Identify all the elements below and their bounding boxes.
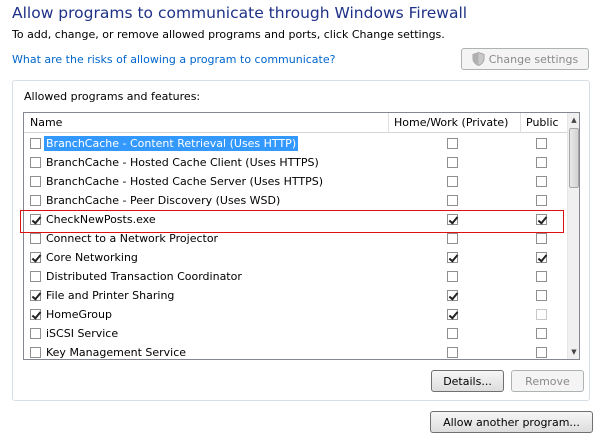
program-enabled-checkbox[interactable] bbox=[30, 233, 41, 244]
public-checkbox[interactable] bbox=[536, 138, 547, 149]
program-name-cell: BranchCache - Hosted Cache Server (Uses … bbox=[30, 172, 325, 191]
vertical-scrollbar[interactable]: ▲ ▼ bbox=[567, 113, 579, 359]
program-enabled-checkbox[interactable] bbox=[30, 176, 41, 187]
program-name: BranchCache - Content Retrieval (Uses HT… bbox=[44, 136, 299, 151]
home-work-private-checkbox[interactable] bbox=[447, 214, 458, 225]
program-name-cell: HomeGroup bbox=[30, 305, 114, 324]
public-checkbox[interactable] bbox=[536, 176, 547, 187]
allow-another-program-button[interactable]: Allow another program... bbox=[430, 411, 593, 433]
home-work-private-checkbox[interactable] bbox=[447, 157, 458, 168]
program-name: iSCSI Service bbox=[46, 327, 119, 340]
program-name-cell: BranchCache - Content Retrieval (Uses HT… bbox=[30, 134, 299, 153]
column-header-home[interactable]: Home/Work (Private) bbox=[388, 113, 508, 133]
risks-link[interactable]: What are the risks of allowing a program… bbox=[12, 53, 335, 66]
home-work-private-checkbox[interactable] bbox=[447, 347, 458, 358]
home-work-private-checkbox[interactable] bbox=[447, 195, 458, 206]
public-checkbox[interactable] bbox=[536, 233, 547, 244]
program-name-cell: Distributed Transaction Coordinator bbox=[30, 267, 244, 286]
scroll-thumb[interactable] bbox=[569, 128, 579, 188]
program-enabled-checkbox[interactable] bbox=[30, 347, 41, 358]
scroll-down-arrow-icon[interactable]: ▼ bbox=[568, 345, 579, 359]
change-settings-button[interactable]: Change settings bbox=[461, 48, 589, 70]
program-row[interactable]: BranchCache - Hosted Cache Server (Uses … bbox=[24, 172, 568, 191]
program-row[interactable]: Distributed Transaction Coordinator bbox=[24, 267, 568, 286]
scroll-up-arrow-icon[interactable]: ▲ bbox=[568, 113, 579, 127]
column-header-public[interactable]: Public bbox=[520, 113, 559, 133]
group-label: Allowed programs and features: bbox=[24, 90, 201, 103]
program-name: BranchCache - Hosted Cache Server (Uses … bbox=[46, 175, 324, 188]
public-checkbox[interactable] bbox=[536, 157, 547, 168]
program-name-cell: iSCSI Service bbox=[30, 324, 120, 343]
home-work-private-checkbox[interactable] bbox=[447, 176, 458, 187]
public-checkbox[interactable] bbox=[536, 252, 547, 263]
home-work-private-checkbox[interactable] bbox=[447, 233, 458, 244]
program-row[interactable]: HomeGroup bbox=[24, 305, 568, 324]
home-work-private-checkbox[interactable] bbox=[447, 309, 458, 320]
programs-list[interactable]: Name Home/Work (Private) Public BranchCa… bbox=[23, 112, 580, 360]
program-row[interactable]: BranchCache - Peer Discovery (Uses WSD) bbox=[24, 191, 568, 210]
program-name-cell: Core Networking bbox=[30, 248, 140, 267]
program-row[interactable]: CheckNewPosts.exe bbox=[24, 210, 568, 229]
program-name: BranchCache - Peer Discovery (Uses WSD) bbox=[46, 194, 281, 207]
program-name: Core Networking bbox=[46, 251, 138, 264]
program-rows: BranchCache - Content Retrieval (Uses HT… bbox=[24, 134, 568, 359]
program-name-cell: BranchCache - Hosted Cache Client (Uses … bbox=[30, 153, 321, 172]
details-button[interactable]: Details... bbox=[431, 370, 504, 392]
program-row[interactable]: File and Printer Sharing bbox=[24, 286, 568, 305]
program-name: File and Printer Sharing bbox=[46, 289, 175, 302]
program-row[interactable]: Connect to a Network Projector bbox=[24, 229, 568, 248]
program-enabled-checkbox[interactable] bbox=[30, 138, 41, 149]
program-name-cell: CheckNewPosts.exe bbox=[30, 210, 158, 229]
home-work-private-checkbox[interactable] bbox=[447, 328, 458, 339]
allowed-programs-group: Allowed programs and features: Name Home… bbox=[12, 80, 590, 401]
page-subtitle: To add, change, or remove allowed progra… bbox=[12, 28, 445, 41]
program-name: CheckNewPosts.exe bbox=[46, 213, 156, 226]
page-title: Allow programs to communicate through Wi… bbox=[12, 4, 468, 22]
remove-button[interactable]: Remove bbox=[511, 370, 584, 392]
column-header-name[interactable]: Name bbox=[24, 113, 62, 133]
program-name-cell: Connect to a Network Projector bbox=[30, 229, 220, 248]
program-enabled-checkbox[interactable] bbox=[30, 214, 41, 225]
program-enabled-checkbox[interactable] bbox=[30, 290, 41, 301]
program-name: Key Management Service bbox=[46, 346, 187, 359]
program-row[interactable]: Key Management Service bbox=[24, 343, 568, 359]
public-checkbox[interactable] bbox=[536, 290, 547, 301]
home-work-private-checkbox[interactable] bbox=[447, 138, 458, 149]
list-header: Name Home/Work (Private) Public bbox=[24, 113, 568, 133]
program-name: Distributed Transaction Coordinator bbox=[46, 270, 242, 283]
program-name: Connect to a Network Projector bbox=[46, 232, 219, 245]
public-checkbox[interactable] bbox=[536, 195, 547, 206]
public-checkbox[interactable] bbox=[536, 214, 547, 225]
program-enabled-checkbox[interactable] bbox=[30, 309, 41, 320]
program-row[interactable]: iSCSI Service bbox=[24, 324, 568, 343]
program-row[interactable]: BranchCache - Hosted Cache Client (Uses … bbox=[24, 153, 568, 172]
program-row[interactable]: BranchCache - Content Retrieval (Uses HT… bbox=[24, 134, 568, 153]
change-settings-label: Change settings bbox=[488, 52, 579, 66]
program-name: HomeGroup bbox=[46, 308, 112, 321]
public-checkbox[interactable] bbox=[536, 309, 547, 320]
program-name-cell: File and Printer Sharing bbox=[30, 286, 176, 305]
program-name: BranchCache - Hosted Cache Client (Uses … bbox=[46, 156, 319, 169]
home-work-private-checkbox[interactable] bbox=[447, 290, 458, 301]
uac-shield-icon bbox=[472, 52, 485, 66]
program-name-cell: BranchCache - Peer Discovery (Uses WSD) bbox=[30, 191, 282, 210]
program-enabled-checkbox[interactable] bbox=[30, 195, 41, 206]
home-work-private-checkbox[interactable] bbox=[447, 252, 458, 263]
program-name-cell: Key Management Service bbox=[30, 343, 188, 359]
program-enabled-checkbox[interactable] bbox=[30, 271, 41, 282]
program-enabled-checkbox[interactable] bbox=[30, 252, 41, 263]
program-row[interactable]: Core Networking bbox=[24, 248, 568, 267]
program-enabled-checkbox[interactable] bbox=[30, 328, 41, 339]
public-checkbox[interactable] bbox=[536, 328, 547, 339]
public-checkbox[interactable] bbox=[536, 347, 547, 358]
home-work-private-checkbox[interactable] bbox=[447, 271, 458, 282]
public-checkbox[interactable] bbox=[536, 271, 547, 282]
program-enabled-checkbox[interactable] bbox=[30, 157, 41, 168]
